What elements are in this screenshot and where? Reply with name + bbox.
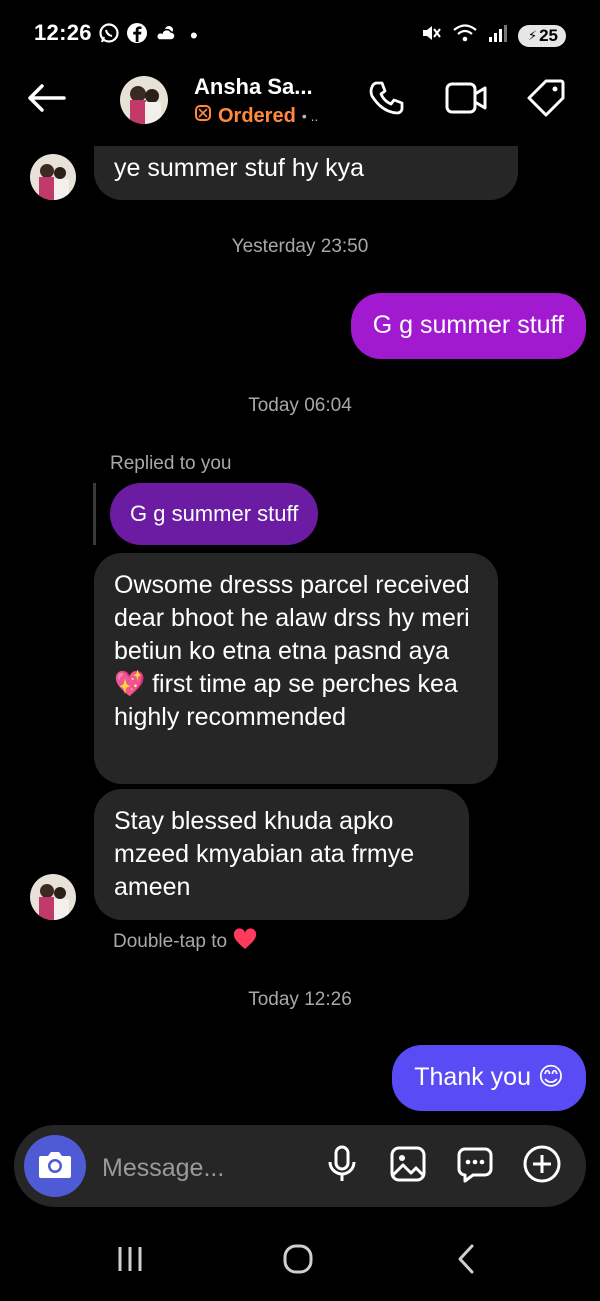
message-input[interactable]: [100, 1147, 314, 1189]
message-text: Owsome dresss parcel received dear bhoot…: [114, 571, 470, 731]
double-tap-hint: Double-tap to: [113, 928, 257, 956]
ordered-icon: [194, 104, 212, 128]
signal-icon: [488, 22, 508, 49]
quote-text: G g summer stuff: [130, 501, 299, 526]
message-text: Thank you 😊: [414, 1063, 564, 1091]
weather-icon: [154, 22, 178, 49]
sender-avatar[interactable]: [30, 874, 76, 920]
plus-icon: [522, 1144, 562, 1189]
message-text: ye summer stuf hy kya: [114, 154, 365, 182]
sticker-button[interactable]: [453, 1144, 497, 1188]
hint-text: Double-tap to: [113, 931, 228, 952]
contact-avatar[interactable]: [120, 76, 168, 124]
battery-level: 25: [539, 25, 558, 45]
facebook-icon: [126, 22, 148, 49]
back-nav-icon: [454, 1243, 478, 1280]
dot-icon: •: [190, 22, 198, 48]
wifi-icon: [452, 22, 478, 49]
gallery-icon: [389, 1145, 427, 1188]
timestamp: Yesterday 23:50: [231, 236, 369, 257]
status-label: Ordered: [218, 104, 296, 127]
outgoing-message[interactable]: Thank you 😊: [392, 1045, 586, 1111]
sender-avatar[interactable]: [30, 154, 76, 200]
timestamp: Today 06:04: [248, 395, 352, 416]
back-nav-button[interactable]: [436, 1238, 496, 1284]
message-text: G g summer stuff: [372, 311, 564, 339]
audio-call-button[interactable]: [364, 78, 408, 122]
tag-button[interactable]: [524, 78, 568, 122]
contact-status[interactable]: Ordered • ..: [194, 104, 318, 128]
home-button[interactable]: [268, 1238, 328, 1284]
recent-apps-icon: [115, 1244, 145, 1279]
microphone-icon: [326, 1144, 358, 1189]
camera-button[interactable]: [24, 1135, 86, 1197]
recent-apps-button[interactable]: [100, 1238, 160, 1284]
home-icon: [282, 1243, 314, 1280]
timestamp: Today 12:26: [248, 989, 352, 1010]
status-time: 12:26: [34, 20, 92, 45]
back-button[interactable]: [22, 78, 70, 122]
reply-bar: [93, 483, 96, 545]
status-right-icons: ⚡ 25: [420, 22, 566, 49]
sticker-icon: [456, 1145, 494, 1188]
phone-icon: [366, 78, 406, 123]
incoming-message[interactable]: Owsome dresss parcel received dear bhoot…: [94, 553, 498, 784]
reply-quote[interactable]: G g summer stuff: [110, 483, 319, 545]
status-left-icons: •: [98, 22, 198, 49]
whatsapp-icon: [98, 22, 120, 49]
outgoing-message[interactable]: G g summer stuff: [350, 293, 586, 359]
battery-icon: ⚡ 25: [517, 24, 566, 47]
message-text: Stay blessed khuda apko mzeed kmyabian a…: [114, 807, 415, 901]
mute-icon: [420, 22, 442, 49]
status-dots: • ..: [301, 108, 319, 124]
tag-icon: [526, 78, 566, 123]
reply-label: Replied to you: [110, 453, 232, 474]
gallery-button[interactable]: [386, 1144, 430, 1188]
incoming-message[interactable]: Stay blessed khuda apko mzeed kmyabian a…: [94, 789, 469, 920]
contact-name[interactable]: Ansha Sa...: [194, 74, 313, 100]
back-arrow-icon: [26, 82, 66, 119]
header-backdrop: [0, 60, 600, 146]
video-icon: [444, 80, 488, 121]
voice-message-button[interactable]: [320, 1144, 364, 1188]
heart-icon: [233, 928, 257, 956]
video-call-button[interactable]: [444, 78, 488, 122]
more-options-button[interactable]: [520, 1144, 564, 1188]
camera-icon: [37, 1148, 73, 1185]
